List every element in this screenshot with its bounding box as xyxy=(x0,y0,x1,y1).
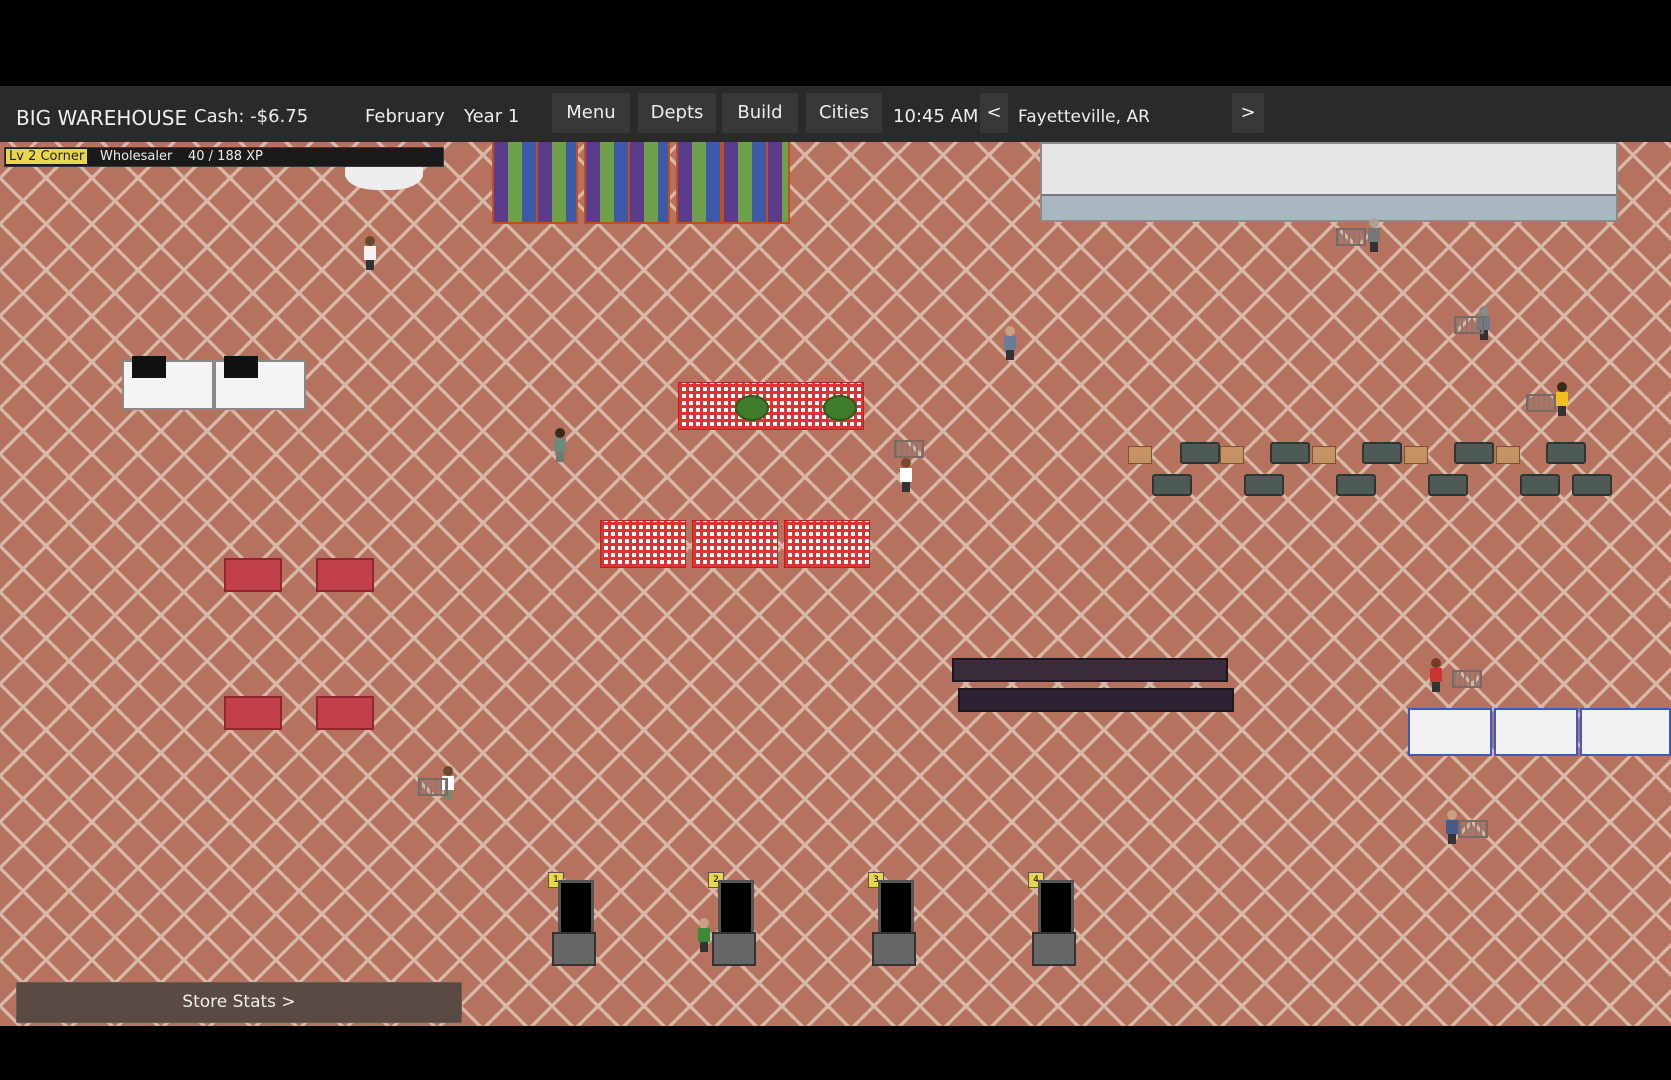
shopping-cart xyxy=(1452,670,1482,688)
meat-fridge[interactable] xyxy=(1494,708,1578,756)
armchair-display[interactable] xyxy=(1180,442,1220,464)
produce-bin[interactable] xyxy=(722,140,790,224)
menu-button[interactable]: Menu xyxy=(552,93,630,133)
bakery-table[interactable] xyxy=(692,520,778,568)
shopping-cart xyxy=(418,778,448,796)
meat-fridge[interactable] xyxy=(1408,708,1492,756)
customer[interactable] xyxy=(1368,218,1380,252)
freezer-door xyxy=(1042,194,1616,220)
armchair-display[interactable] xyxy=(1428,474,1468,496)
kiosk-base xyxy=(552,932,596,966)
shopping-cart xyxy=(894,440,924,458)
title-label: Wholesaler xyxy=(100,149,173,164)
shopping-cart xyxy=(1336,228,1366,246)
side-table[interactable] xyxy=(1312,446,1336,464)
electronics-desk[interactable] xyxy=(122,356,214,410)
side-table[interactable] xyxy=(1496,446,1520,464)
depts-button[interactable]: Depts xyxy=(638,93,716,133)
bakery-table[interactable] xyxy=(600,520,686,568)
customer[interactable] xyxy=(1004,326,1016,360)
shopping-cart xyxy=(1526,394,1556,412)
customer[interactable] xyxy=(1430,658,1442,692)
rank-label: Corner xyxy=(40,149,85,164)
armchair-display[interactable] xyxy=(1270,442,1310,464)
watermelon-icon xyxy=(735,395,769,421)
shopping-cart xyxy=(1458,820,1488,838)
monitor-icon xyxy=(132,356,166,378)
next-city-button[interactable]: > xyxy=(1232,93,1264,133)
xp-text: 40 / 188 XP xyxy=(188,149,263,164)
side-table[interactable] xyxy=(1404,446,1428,464)
freezer-case[interactable] xyxy=(1040,142,1618,222)
level-badge: Lv 2 Corner xyxy=(6,149,88,164)
monitor-icon xyxy=(224,356,258,378)
armchair-display[interactable] xyxy=(1572,474,1612,496)
customer[interactable] xyxy=(900,458,912,492)
fruit-table[interactable] xyxy=(678,382,864,430)
kiosk-base xyxy=(872,932,916,966)
checkout-kiosk[interactable]: 3 xyxy=(868,872,916,966)
time-display: 10:45 AM xyxy=(893,106,979,127)
customer[interactable] xyxy=(1446,810,1458,844)
checkout-kiosk[interactable]: 2 xyxy=(708,872,756,966)
clothing-rack[interactable] xyxy=(958,688,1234,712)
customer[interactable] xyxy=(364,236,376,270)
armchair-display[interactable] xyxy=(1454,442,1494,464)
watermelon-icon xyxy=(823,395,857,421)
kiosk-base xyxy=(712,932,756,966)
armchair-display[interactable] xyxy=(1336,474,1376,496)
produce-bin[interactable] xyxy=(492,140,578,224)
year-display: Year 1 xyxy=(464,106,520,127)
clothing-rack[interactable] xyxy=(952,658,1228,682)
cities-button[interactable]: Cities xyxy=(806,93,882,133)
armchair-display[interactable] xyxy=(1546,442,1586,464)
armchair-display[interactable] xyxy=(1520,474,1560,496)
store-name: BIG WAREHOUSE xyxy=(16,106,188,130)
electronics-desk[interactable] xyxy=(214,356,306,410)
build-button[interactable]: Build xyxy=(722,93,798,133)
month-display: February xyxy=(365,106,445,127)
game-viewport[interactable]: 1 2 3 4 BIG WAREHOUSE Cash: -$6.75 Febru… xyxy=(0,0,1671,1080)
customer[interactable] xyxy=(1556,382,1568,416)
city-name: Fayetteville, AR xyxy=(1018,107,1150,127)
armchair-display[interactable] xyxy=(1244,474,1284,496)
shopping-cart xyxy=(1454,316,1484,334)
sofa-display[interactable] xyxy=(224,558,282,592)
sofa-display[interactable] xyxy=(316,558,374,592)
level-label: Lv 2 xyxy=(9,149,37,164)
armchair-display[interactable] xyxy=(1362,442,1402,464)
checkout-kiosk[interactable]: 4 xyxy=(1028,872,1076,966)
armchair-display[interactable] xyxy=(1152,474,1192,496)
customer[interactable] xyxy=(554,428,566,462)
meat-fridge[interactable] xyxy=(1580,708,1671,756)
kiosk-base xyxy=(1032,932,1076,966)
sofa-display[interactable] xyxy=(224,696,282,730)
customer[interactable] xyxy=(698,918,710,952)
side-table[interactable] xyxy=(1220,446,1244,464)
sofa-display[interactable] xyxy=(316,696,374,730)
bakery-table[interactable] xyxy=(784,520,870,568)
cash-display: Cash: -$6.75 xyxy=(194,106,309,127)
checkout-kiosk[interactable]: 1 xyxy=(548,872,596,966)
side-table[interactable] xyxy=(1128,446,1152,464)
produce-bin[interactable] xyxy=(584,140,670,224)
prev-city-button[interactable]: < xyxy=(980,93,1008,133)
store-stats-button[interactable]: Store Stats > xyxy=(16,982,462,1023)
